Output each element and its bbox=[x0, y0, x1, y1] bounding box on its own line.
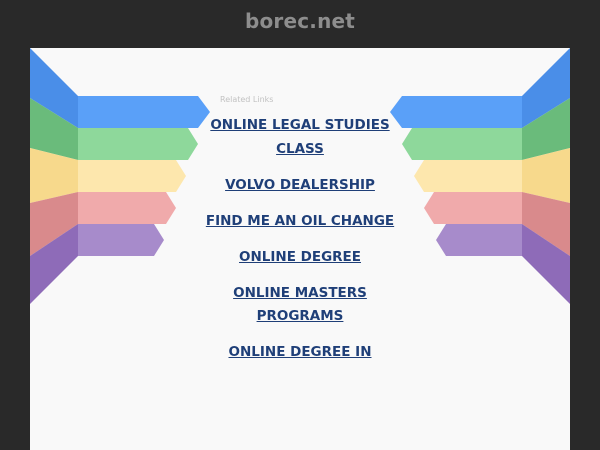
related-link-online-legal-studies-class[interactable]: ONLINE LEGAL STUDIES CLASS bbox=[200, 114, 400, 161]
site-name: borec.net bbox=[244, 9, 356, 33]
left-ribbon-blue bbox=[78, 96, 210, 128]
right-ribbon-green bbox=[402, 128, 522, 160]
left-ribbons bbox=[30, 48, 210, 304]
right-ribbon-purple bbox=[436, 224, 522, 256]
left-ribbon-yellow bbox=[78, 160, 186, 192]
related-link-find-me-an-oil-change[interactable]: FIND ME AN OIL CHANGE bbox=[200, 210, 400, 234]
right-ribbon-red bbox=[424, 192, 522, 224]
left-ribbon-red bbox=[78, 192, 176, 224]
left-ribbon-green bbox=[78, 128, 198, 160]
related-link-online-masters-programs[interactable]: ONLINE MASTERS PROGRAMS bbox=[200, 282, 400, 329]
related-links-label: Related Links bbox=[220, 95, 274, 104]
related-links-list: ONLINE LEGAL STUDIES CLASS VOLVO DEALERS… bbox=[200, 114, 400, 377]
top-bar: borec.net bbox=[0, 0, 600, 48]
right-ribbon-blue bbox=[390, 96, 522, 128]
related-link-volvo-dealership[interactable]: VOLVO DEALERSHIP bbox=[200, 174, 400, 198]
left-ribbon-purple bbox=[78, 224, 164, 256]
right-ribbons bbox=[390, 48, 570, 304]
content-panel: Related Links ONLINE LEGAL STUDIES CLASS… bbox=[30, 48, 570, 450]
related-link-online-degree[interactable]: ONLINE DEGREE bbox=[200, 246, 400, 270]
related-link-online-degree-in[interactable]: ONLINE DEGREE IN bbox=[200, 341, 400, 365]
right-ribbon-yellow bbox=[414, 160, 522, 192]
